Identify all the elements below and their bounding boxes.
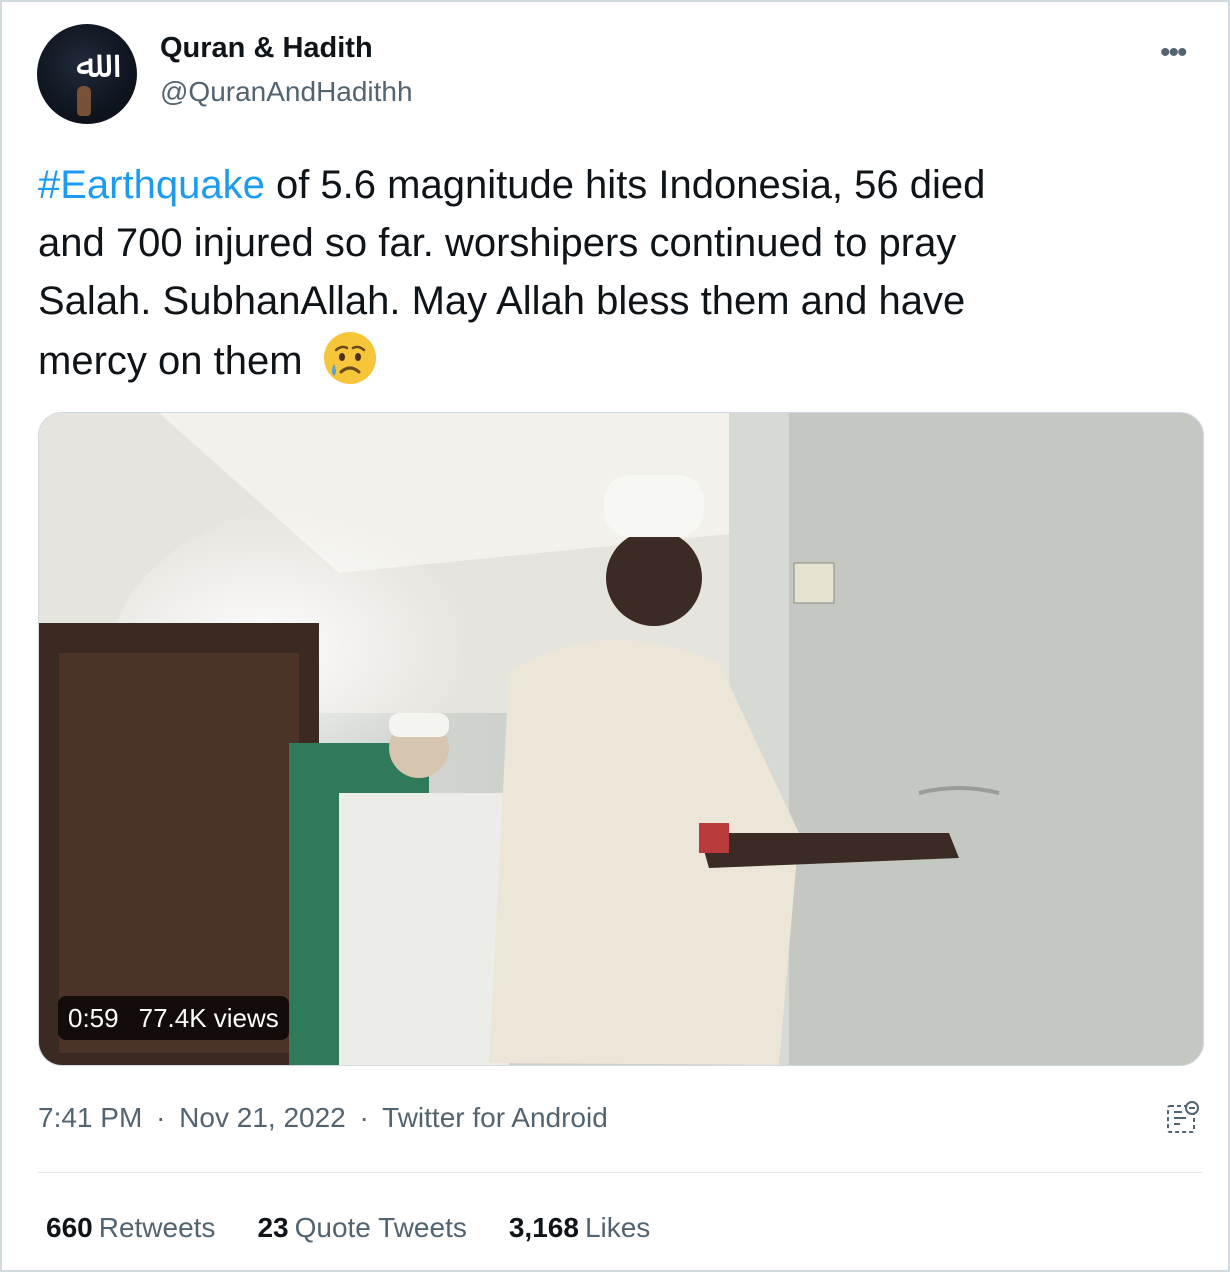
- tweet-date[interactable]: Nov 21, 2022: [179, 1102, 346, 1133]
- author-name[interactable]: Quran & Hadith: [160, 32, 373, 65]
- engagement-stats: 660 Retweets 23 Quote Tweets 3,168 Likes: [46, 1212, 650, 1244]
- allah-calligraphy-icon: ﷲ: [75, 42, 99, 86]
- video-thumbnail: [39, 413, 1203, 1065]
- raised-finger-icon: [77, 86, 91, 116]
- quote-tweets-stat[interactable]: 23 Quote Tweets: [257, 1212, 466, 1244]
- meta-separator: ·: [156, 1102, 166, 1133]
- hashtag-link[interactable]: #Earthquake: [38, 163, 265, 207]
- retweets-stat[interactable]: 660 Retweets: [46, 1212, 215, 1244]
- author-handle[interactable]: @QuranAndHadithh: [160, 76, 413, 108]
- tweet-meta: 7:41 PM · Nov 21, 2022 · Twitter for And…: [38, 1102, 608, 1134]
- more-options-icon[interactable]: •••: [1160, 36, 1187, 70]
- tweet-text-line1: of 5.6 magnitude hits Indonesia, 56 died: [264, 163, 986, 207]
- retweets-label: Retweets: [98, 1212, 216, 1243]
- tweet-text-line3: Salah. SubhanAllah. May Allah bless them…: [38, 279, 966, 323]
- likes-label: Likes: [584, 1212, 651, 1243]
- likes-stat[interactable]: 3,168 Likes: [509, 1212, 650, 1244]
- video-duration: 0:59: [68, 1003, 119, 1033]
- video-badge: 0:59 77.4K views: [58, 996, 289, 1040]
- video-views: 77.4K views: [138, 1003, 279, 1033]
- tweet-source[interactable]: Twitter for Android: [382, 1102, 608, 1133]
- tweet-card: ﷲ Quran & Hadith @QuranAndHadithh ••• #E…: [0, 0, 1230, 1272]
- video-player[interactable]: [38, 412, 1204, 1066]
- meta-separator: ·: [359, 1102, 369, 1133]
- tweet-text: #Earthquake of 5.6 magnitude hits Indone…: [38, 156, 1198, 390]
- tweet-text-line4: mercy on them: [38, 339, 303, 383]
- author-avatar[interactable]: ﷲ: [37, 24, 137, 124]
- retweets-count: 660: [46, 1212, 93, 1243]
- quote-tweets-count: 23: [257, 1212, 289, 1243]
- crying-face-emoji: [323, 332, 376, 384]
- likes-count: 3,168: [508, 1212, 579, 1243]
- divider: [38, 1172, 1202, 1173]
- quote-tweets-label: Quote Tweets: [294, 1212, 467, 1243]
- analytics-icon[interactable]: [1162, 1098, 1202, 1138]
- tweet-text-line2: and 700 injured so far. worshipers conti…: [38, 221, 957, 265]
- tweet-time[interactable]: 7:41 PM: [38, 1102, 142, 1133]
